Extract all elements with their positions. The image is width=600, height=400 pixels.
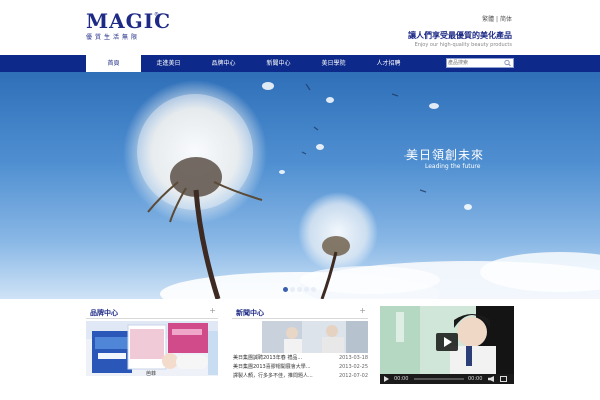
- slogan-main: 讓人們享受最優質的美化產品: [408, 31, 512, 40]
- brand-product-image[interactable]: [86, 321, 218, 376]
- nav-item-news[interactable]: 新聞中心: [251, 55, 306, 72]
- logo-text: MAGIC: [86, 9, 172, 33]
- banner-dot-4[interactable]: [304, 287, 309, 292]
- video-current-time: 00:00: [394, 376, 409, 382]
- nav-item-brands[interactable]: 品牌中心: [196, 55, 251, 72]
- banner-subtitle: Leading the future: [425, 163, 481, 170]
- brand-center-header: 品牌中心 +: [86, 306, 218, 319]
- dandelion-illustration: [123, 80, 600, 299]
- banner-dot-1[interactable]: [283, 287, 288, 292]
- volume-icon[interactable]: [488, 376, 494, 382]
- page: MAGIC ® 優質生活無限 繁體 | 简体 讓人們享受最優質的美化產品 Enj…: [0, 0, 600, 400]
- news-item[interactable]: 美日集團誠聘2013年春 禮品... 2013-03-18: [233, 354, 368, 363]
- lang-simplified-link[interactable]: 简体: [500, 16, 512, 23]
- brand-center-title: 品牌中心: [90, 309, 118, 317]
- nav-item-careers[interactable]: 人才招聘: [361, 55, 416, 72]
- banner-title: 美日領創未來: [406, 148, 485, 162]
- news-thumbnail-image[interactable]: [262, 321, 368, 353]
- banner-dot-5[interactable]: [311, 287, 316, 292]
- slogan-sub: Enjoy our high-quality beauty products: [414, 42, 512, 48]
- nav-item-about[interactable]: 走進美日: [141, 55, 196, 72]
- news-item-title: 譯製人顏，行多多不佳，推問題人...: [233, 373, 313, 379]
- main-nav: 首頁 走進美日 品牌中心 新聞中心 美日學院 人才招聘: [0, 55, 600, 72]
- news-item-title: 美日集團誠聘2013年春 禮品...: [233, 355, 303, 361]
- fullscreen-icon[interactable]: [500, 376, 507, 382]
- news-center-header: 新聞中心 +: [232, 306, 368, 319]
- video-play-icon[interactable]: [384, 376, 389, 382]
- magic-logo[interactable]: MAGIC ® 優質生活無限: [86, 11, 176, 45]
- brand-caption: 芭菲: [146, 371, 157, 377]
- news-item-date: 2013-03-18: [338, 355, 368, 361]
- banner-dot-3[interactable]: [297, 287, 302, 292]
- news-list: 美日集團誠聘2013年春 禮品... 2013-03-18 美日集團2013喜膠…: [233, 354, 368, 381]
- video-controls: 00:00 00:00: [380, 374, 514, 384]
- language-switcher: 繁體 | 简体: [482, 14, 512, 23]
- news-item[interactable]: 美日集團2013喜膠帽開展會大學... 2013-02-25: [233, 363, 368, 372]
- news-item-date: 2012-07-02: [338, 373, 368, 379]
- video-play-overlay-button[interactable]: [436, 333, 458, 351]
- brand-center-panel: 品牌中心 + 芭菲: [86, 306, 218, 377]
- brand-center-more-icon[interactable]: +: [209, 306, 216, 315]
- lang-separator: |: [496, 16, 499, 23]
- news-center-panel: 新聞中心 + 美日集團誠聘2013年春 禮品... 2013-03-18 美日集…: [232, 306, 368, 379]
- nav-item-academy[interactable]: 美日學院: [306, 55, 361, 72]
- search-input[interactable]: [448, 59, 503, 67]
- video-total-time: 00:00: [468, 376, 483, 382]
- news-center-more-icon[interactable]: +: [359, 306, 366, 315]
- search-box: [446, 58, 514, 68]
- news-item-date: 2013-02-25: [338, 364, 368, 370]
- nav-items: 首頁 走進美日 品牌中心 新聞中心 美日學院 人才招聘: [86, 55, 416, 72]
- header-slogan: 讓人們享受最優質的美化產品 Enjoy our high-quality bea…: [408, 30, 512, 48]
- video-player[interactable]: 00:00 00:00: [380, 306, 514, 384]
- nav-item-home[interactable]: 首頁: [86, 55, 141, 72]
- hero-banner[interactable]: [0, 72, 600, 299]
- banner-pagination: [283, 287, 318, 292]
- news-item[interactable]: 譯製人顏，行多多不佳，推問題人... 2012-07-02: [233, 372, 368, 381]
- news-center-title: 新聞中心: [236, 309, 264, 317]
- lang-traditional-link[interactable]: 繁體: [482, 16, 494, 23]
- search-icon[interactable]: [503, 59, 512, 67]
- logo-subtitle: 優質生活無限: [86, 34, 141, 41]
- logo-registered-mark: ®: [154, 12, 159, 18]
- banner-dot-2[interactable]: [290, 287, 295, 292]
- news-item-title: 美日集團2013喜膠帽開展會大學...: [233, 364, 311, 370]
- video-progress-bar[interactable]: [414, 378, 464, 380]
